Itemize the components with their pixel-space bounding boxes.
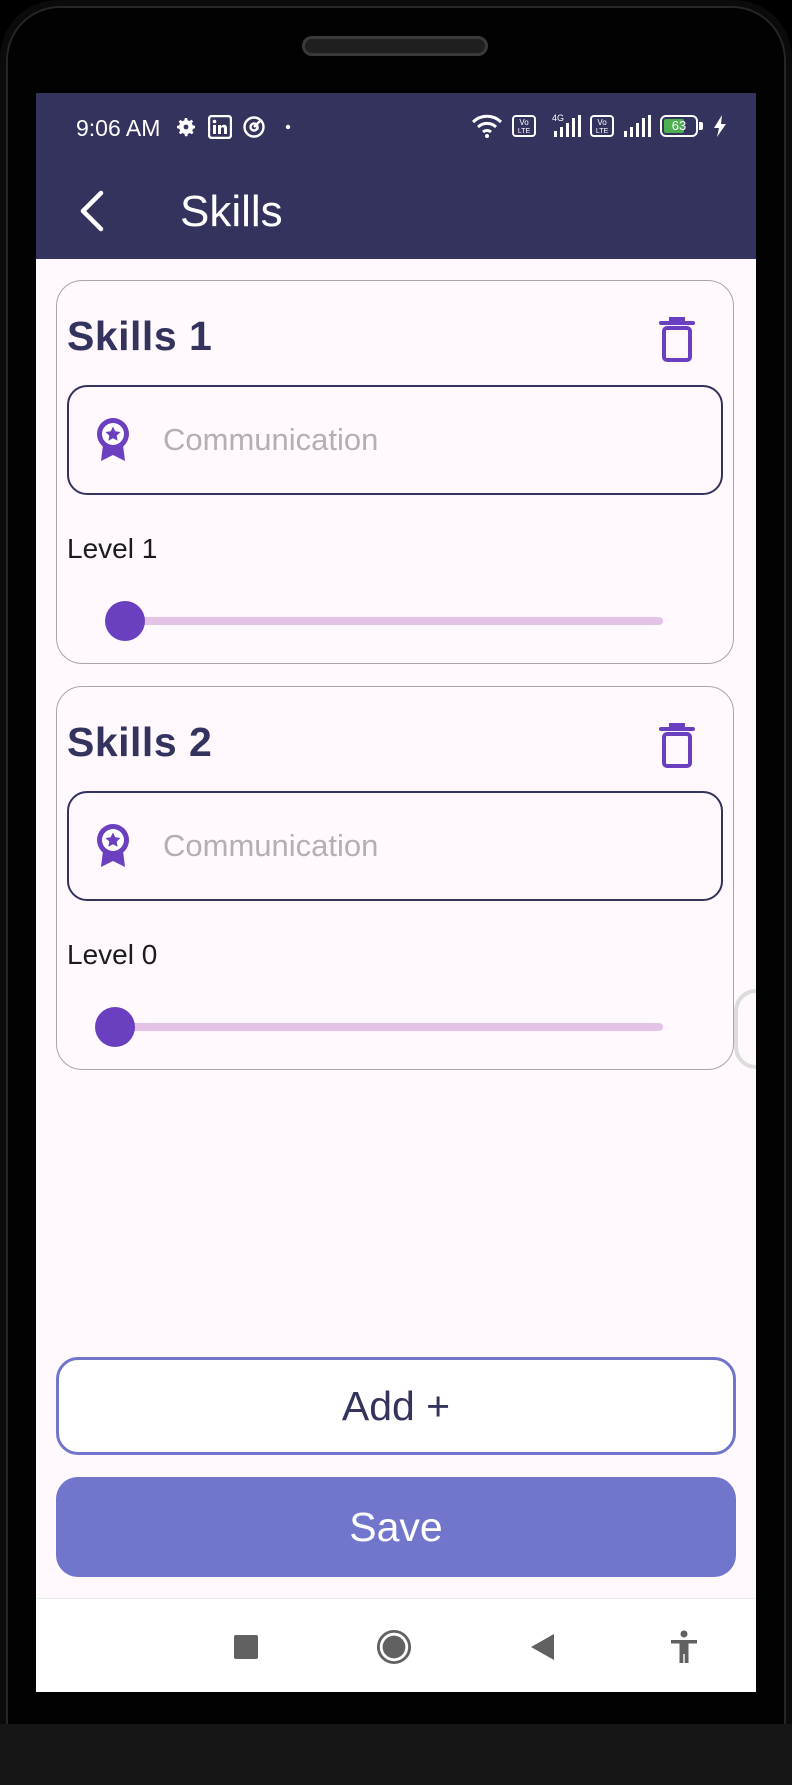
level-label: Level 1 [67, 533, 158, 564]
home-circle-icon [376, 1629, 412, 1665]
linkedin-icon [208, 115, 232, 139]
level-slider[interactable] [95, 597, 699, 645]
slider-track[interactable] [113, 617, 663, 625]
svg-text:Vo: Vo [519, 118, 529, 127]
skill-name-field [67, 791, 723, 901]
svg-text:4G: 4G [552, 113, 564, 123]
back-triangle-icon [531, 1634, 554, 1660]
skill-card-title: Skills 1 [67, 313, 213, 359]
status-left-icons [174, 115, 300, 139]
battery-icon: 63 [660, 115, 704, 137]
skill-name-input[interactable] [163, 821, 683, 871]
4g-signal-icon: 4G [552, 113, 581, 137]
status-bar: 9:06 AM Vo LTE 4G Vo LTE 63 [36, 93, 756, 165]
earpiece-speaker [302, 36, 488, 56]
level-label: Level 0 [67, 939, 158, 970]
phone-bottom-edge [0, 1724, 792, 1785]
accessibility-icon [671, 1630, 697, 1663]
award-badge-icon [97, 418, 129, 461]
award-badge-icon [97, 824, 129, 867]
slider-thumb[interactable] [95, 1007, 135, 1047]
skill-name-input[interactable] [163, 415, 683, 465]
volte-icon: VoLTE [512, 115, 536, 137]
signal-icon [624, 115, 651, 137]
skill-name-field [67, 385, 723, 495]
svg-text:LTE: LTE [518, 128, 531, 135]
skill-card-title: Skills 2 [67, 719, 213, 765]
dot-icon [285, 124, 291, 130]
settings-gear-icon [177, 118, 195, 137]
home-button[interactable] [376, 1629, 412, 1665]
chevron-left-icon [80, 190, 104, 232]
page-title: Skills [180, 187, 283, 236]
charging-icon [714, 115, 726, 137]
volte-icon: VoLTE [590, 115, 614, 137]
level-slider[interactable] [95, 1003, 699, 1051]
svg-text:Vo: Vo [597, 118, 607, 127]
system-nav-bar [36, 1598, 756, 1692]
trash-icon [659, 317, 695, 362]
add-skill-button[interactable]: Add + [56, 1357, 736, 1455]
status-time: 9:06 AM [76, 115, 161, 141]
svg-text:LTE: LTE [596, 128, 609, 135]
app-bar: Skills [36, 165, 756, 259]
delete-button[interactable] [655, 721, 699, 769]
back-nav-button[interactable] [524, 1629, 560, 1665]
status-right-icons: Vo LTE 4G Vo LTE 63 [470, 113, 728, 139]
skill-card: Skills 2 Level 0 [56, 686, 734, 1070]
delete-button[interactable] [655, 315, 699, 363]
slider-thumb[interactable] [104, 601, 145, 641]
recents-square-icon [234, 1635, 258, 1659]
battery-level: 63 [671, 118, 687, 133]
trash-icon [659, 723, 695, 768]
save-button[interactable]: Save [56, 1477, 736, 1577]
recents-button[interactable] [228, 1629, 264, 1665]
app-screen: 9:06 AM Vo LTE 4G Vo LTE 63 Skills Skill… [36, 93, 756, 1692]
back-button[interactable] [66, 185, 118, 237]
slider-track[interactable] [113, 1023, 663, 1031]
wifi-icon [471, 114, 503, 138]
accessibility-button[interactable] [666, 1629, 702, 1665]
phone-frame: 9:06 AM Vo LTE 4G Vo LTE 63 Skills Skill… [0, 0, 792, 1785]
circle-at-icon [243, 116, 265, 138]
scroll-handle[interactable] [734, 989, 756, 1069]
skill-card: Skills 1 Level 1 [56, 280, 734, 664]
